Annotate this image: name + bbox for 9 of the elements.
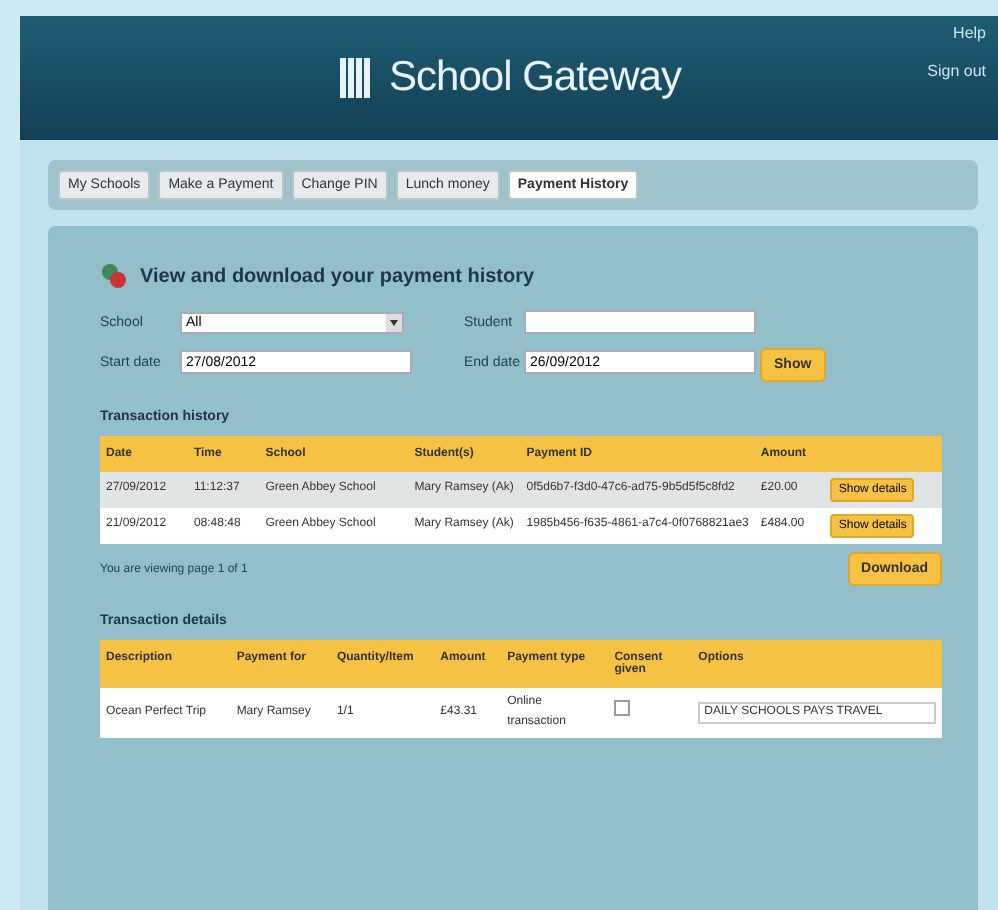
logo-icon — [337, 56, 374, 100]
site-title: School Gateway — [389, 54, 681, 102]
consent-checkbox[interactable] — [614, 700, 631, 717]
panel-title: View and download your payment history — [140, 265, 535, 287]
student-field[interactable] — [524, 310, 756, 334]
header-link[interactable]: Sign out — [927, 62, 986, 80]
coins-icon — [100, 262, 128, 290]
caret-icon — [386, 313, 402, 331]
header-link[interactable]: Help — [953, 24, 986, 42]
